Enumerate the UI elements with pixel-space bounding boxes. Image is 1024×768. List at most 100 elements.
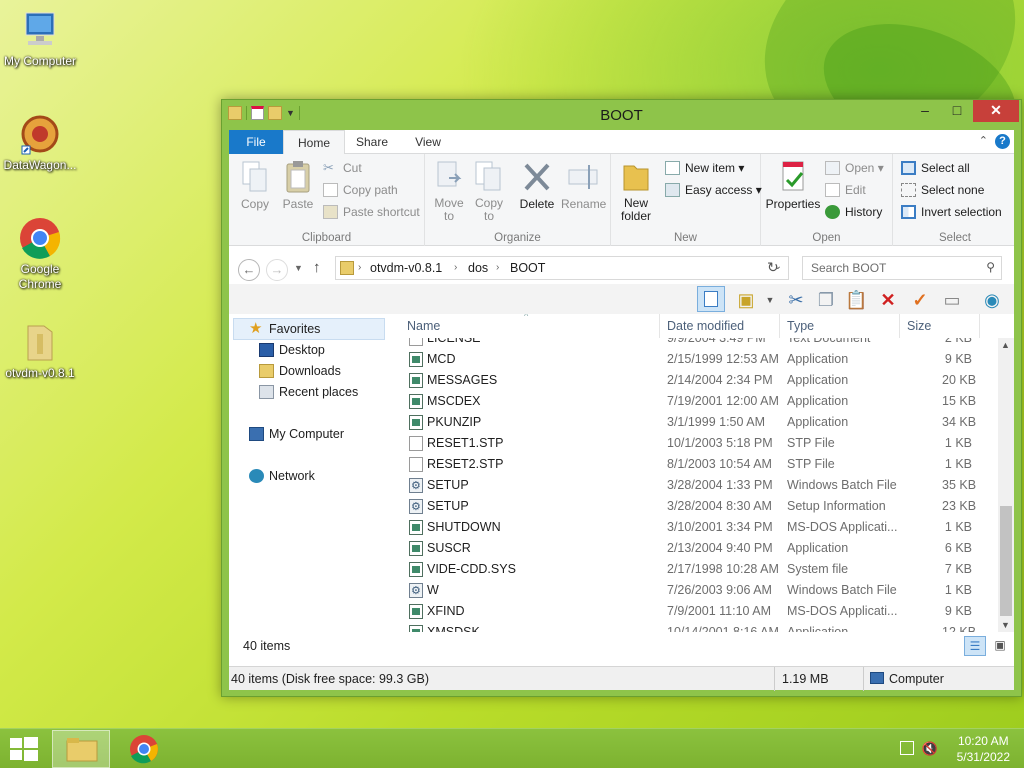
breadcrumb-dos[interactable]: dos [468,261,488,275]
file-row[interactable]: PKUNZIP 3/1/1999 1:50 AM Application 34 KB [397,412,998,433]
copy-to-icon [473,160,505,194]
desktop-icon-datawagon[interactable]: DataWagon... [0,112,80,173]
recent-locations-icon[interactable]: ▼ [294,263,303,273]
column-type[interactable]: Type [787,319,814,333]
application-icon [409,562,423,577]
file-type: MS-DOS Applicati... [787,604,898,618]
taskbar-file-explorer[interactable] [52,730,110,768]
tab-share[interactable]: Share [345,130,399,154]
properties-button[interactable]: Properties [765,160,821,211]
tab-file[interactable]: File [229,130,283,154]
file-row[interactable]: VIDE-CDD.SYS 2/17/1998 10:28 AM System fil… [397,559,998,580]
file-row[interactable]: SUSCR 2/13/2004 9:40 PM Application 6 KB [397,538,998,559]
volume-muted-icon[interactable]: 🔇 [922,741,938,757]
desktop-icon-my-computer[interactable]: My Computer [0,8,80,69]
nav-network[interactable]: Network [249,466,315,486]
close-button[interactable]: ✕ [973,100,1019,122]
file-row[interactable]: MCD 2/15/1999 12:53 AM Application 9 KB [397,349,998,370]
breadcrumb-boot[interactable]: BOOT [510,261,545,275]
column-size[interactable]: Size [907,319,931,333]
application-icon [409,541,423,556]
file-row[interactable]: XFIND 7/9/2001 11:10 AM MS-DOS Applicati..… [397,601,998,622]
folder-options-icon[interactable]: ▣ [735,289,757,311]
paste-shortcut-button[interactable]: Paste shortcut [323,202,420,222]
easy-access-button[interactable]: Easy access ▾ [665,180,762,200]
vertical-scrollbar[interactable]: ▲ ▼ [998,338,1014,632]
file-row[interactable]: XMSDSK 10/14/2001 8:16 AM Application 12 KB [397,622,998,632]
file-row[interactable]: RESET1.STP 10/1/2003 5:18 PM STP File 1 KB [397,433,998,454]
address-bar[interactable]: › otvdm-v0.8.1 › dos › BOOT ⌄ [335,256,789,280]
copy-path-button[interactable]: Copy path [323,180,398,200]
help-icon[interactable]: ? [995,134,1010,149]
scrollbar-thumb[interactable] [1000,506,1012,616]
file-type: Windows Batch File [787,583,897,597]
copy-to-button[interactable]: Copy to [471,160,507,223]
nav-desktop[interactable]: Desktop [259,340,325,360]
invert-selection-button[interactable]: Invert selection [901,202,1002,222]
file-row[interactable]: LICENSE 9/9/2004 3:49 PM Text Document 2 KB [397,338,998,349]
select-none-button[interactable]: Select none [901,180,984,200]
new-item-button[interactable]: New item ▾ [665,158,744,178]
computer-icon [18,8,62,52]
file-row[interactable]: SHUTDOWN 3/10/2001 3:34 PM MS-DOS Applicat… [397,517,998,538]
column-date-modified[interactable]: Date modified [667,319,744,333]
move-to-button[interactable]: Move to [431,160,467,223]
nav-my-computer[interactable]: My Computer [249,424,344,444]
cut-button[interactable]: ✂ Cut [323,158,362,178]
globe-icon[interactable]: ◉ [981,289,1003,311]
large-icons-view-icon[interactable]: ▣ [990,636,1010,656]
scissors-icon[interactable]: ✂ [785,289,807,311]
title-bar[interactable]: ▼ BOOT – □ ✕ [222,100,1021,130]
checkmark-icon[interactable]: ✓ [909,289,931,311]
maximize-button[interactable]: □ [941,100,973,122]
delete-button[interactable]: Delete [517,160,557,211]
forward-button[interactable]: → [266,259,288,281]
delete-icon[interactable]: ✕ [877,289,899,311]
minimize-button[interactable]: – [909,100,941,122]
file-row[interactable]: SETUP 3/28/2004 1:33 PM Windows Batch File… [397,475,998,497]
details-view-icon[interactable]: ☰ [964,636,986,656]
toolbar-dropdown-icon[interactable]: ▼ [759,289,781,311]
back-button[interactable]: ← [238,259,260,281]
file-row[interactable]: MSCDEX 7/19/2001 12:00 AM Application 15 KB [397,391,998,412]
open-button[interactable]: Open ▾ [825,158,884,178]
rename-button[interactable]: Rename [561,160,606,211]
desktop-icon-otvdm[interactable]: otvdm-v0.8.1 [0,320,80,381]
network-tray-icon[interactable] [900,741,914,755]
up-button[interactable]: ↑ [313,259,321,276]
file-row[interactable]: SETUP 3/28/2004 8:30 AM Setup Information 2… [397,496,998,518]
clipboard-icon[interactable]: 📋 [845,289,867,311]
refresh-icon[interactable]: ↻ [767,259,779,276]
nav-favorites[interactable]: ★ Favorites [249,319,320,339]
rename-icon[interactable]: ▭ [941,289,963,311]
paste-button[interactable]: Paste [279,160,317,211]
scroll-down-icon[interactable]: ▼ [1001,620,1010,630]
file-row[interactable]: RESET2.STP 8/1/2003 10:54 AM STP File 1 KB [397,454,998,475]
tab-home[interactable]: Home [283,130,345,155]
file-row[interactable]: W 7/26/2003 9:06 AM Windows Batch File 1 KB [397,580,998,602]
history-button[interactable]: History [825,202,882,222]
scroll-up-icon[interactable]: ▲ [1001,340,1010,350]
copy-button[interactable]: Copy [237,160,273,211]
explorer-content: File Home Share View ⌃ ? Copy Paste ✂ Cut… [229,130,1014,691]
breadcrumb-otvdm[interactable]: otvdm-v0.8.1 [370,261,442,275]
clock[interactable]: 10:20 AM 5/31/2022 [957,733,1010,765]
taskbar-chrome[interactable] [126,733,162,765]
copy-icon[interactable]: ❐ [815,289,837,311]
nav-recent-places[interactable]: Recent places [259,382,358,402]
edit-button[interactable]: Edit [825,180,866,200]
ribbon-collapse-icon[interactable]: ⌃ [979,134,988,147]
desktop-icon-google-chrome[interactable]: Google Chrome [0,216,80,292]
preview-pane-icon[interactable] [697,286,725,312]
nav-downloads[interactable]: Downloads [259,361,341,381]
file-date: 8/1/2003 10:54 AM [667,457,772,471]
new-folder-button[interactable]: New folder [617,160,655,223]
search-input[interactable]: Search BOOT ⚲ [802,256,1002,280]
file-row[interactable]: MESSAGES 2/14/2004 2:34 PM Application 20 K… [397,370,998,391]
start-button[interactable] [10,737,38,761]
downloads-icon [259,364,274,378]
select-all-button[interactable]: Select all [901,158,970,178]
tab-view[interactable]: View [401,130,455,154]
column-name[interactable]: Name [407,319,440,333]
paste-shortcut-icon [323,205,338,219]
